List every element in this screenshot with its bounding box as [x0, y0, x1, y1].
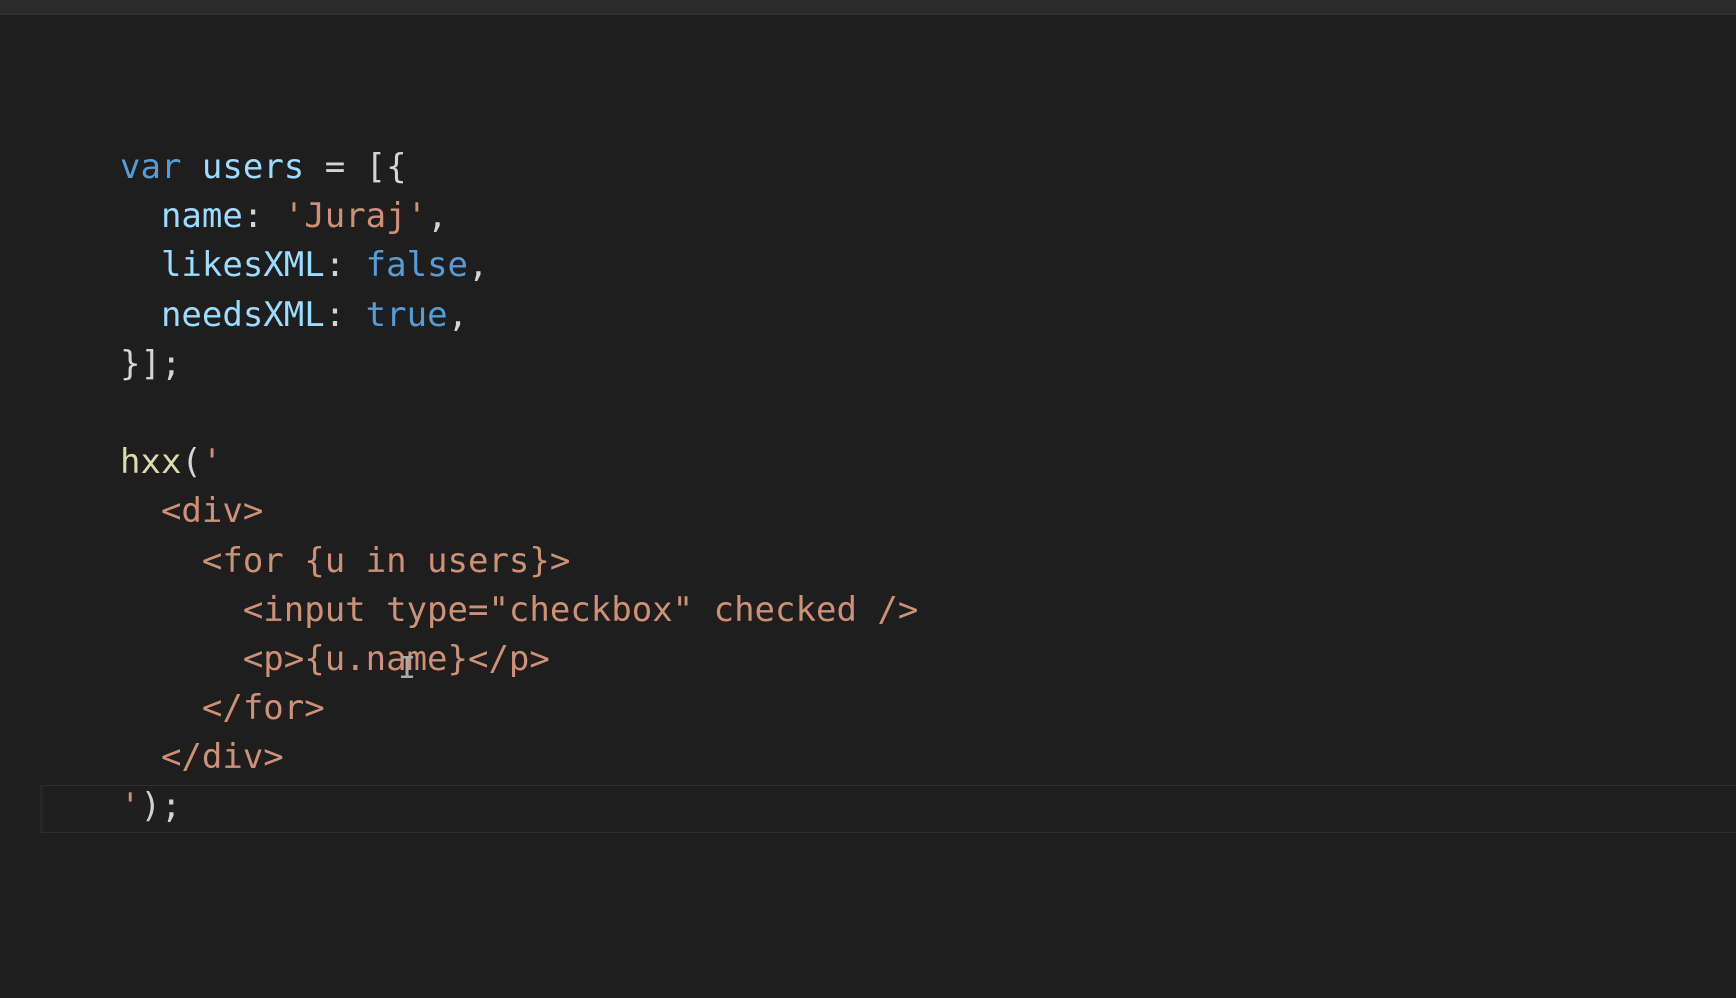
code-token: <p>{u.name}</p>: [120, 638, 550, 679]
text-cursor-icon: I: [398, 651, 417, 686]
code-editor[interactable]: var users = [{ name: 'Juraj', likesXML: …: [0, 0, 1736, 998]
code-token: needsXML: [160, 294, 325, 335]
code-line[interactable]: }];: [120, 340, 918, 389]
code-token: ': [120, 786, 141, 827]
code-token: ,: [468, 245, 489, 286]
code-token: <for {u in users}>: [120, 540, 571, 581]
code-token: name: [160, 196, 243, 237]
code-token: <input type="checkbox" checked />: [120, 589, 919, 630]
code-token: likesXML: [160, 245, 325, 286]
code-line[interactable]: likesXML: false,: [120, 241, 918, 290]
code-token: :: [242, 196, 284, 237]
code-token: ': [201, 442, 223, 483]
editor-top-bar: [0, 0, 1736, 15]
current-line-gutter-marker: [40, 785, 43, 833]
code-token: <div>: [120, 491, 264, 532]
code-token: users: [201, 147, 305, 187]
code-token: 'Juraj': [283, 196, 428, 237]
code-token: var: [120, 147, 182, 187]
code-line[interactable]: <p>{u.name}</p>: [120, 635, 918, 684]
code-line[interactable]: name: 'Juraj',: [120, 192, 918, 241]
code-token: );: [140, 786, 182, 827]
code-token: false: [365, 245, 469, 286]
code-line[interactable]: <div>: [120, 487, 918, 536]
code-token: = [{: [304, 147, 407, 187]
code-line[interactable]: var users = [{: [120, 143, 918, 192]
code-line[interactable]: needsXML: true,: [120, 291, 918, 340]
code-token: </for>: [120, 688, 325, 729]
code-token: (: [181, 442, 202, 483]
code-content[interactable]: var users = [{ name: 'Juraj', likesXML: …: [120, 143, 918, 832]
code-line[interactable]: ');: [120, 782, 918, 831]
code-line[interactable]: </div>: [120, 733, 918, 782]
code-token: hxx: [120, 442, 182, 483]
code-token: true: [365, 294, 448, 335]
code-token: ,: [427, 196, 448, 237]
code-line[interactable]: <for {u in users}>: [120, 537, 918, 586]
code-token: </div>: [120, 737, 284, 778]
code-token: ,: [447, 294, 469, 335]
code-token: :: [324, 245, 366, 286]
code-line[interactable]: hxx(': [120, 438, 918, 487]
code-token: :: [324, 294, 366, 335]
code-line[interactable]: </for>: [120, 684, 918, 733]
code-line[interactable]: [120, 389, 918, 438]
code-token: }];: [120, 343, 182, 384]
code-line[interactable]: <input type="checkbox" checked />: [120, 586, 919, 635]
